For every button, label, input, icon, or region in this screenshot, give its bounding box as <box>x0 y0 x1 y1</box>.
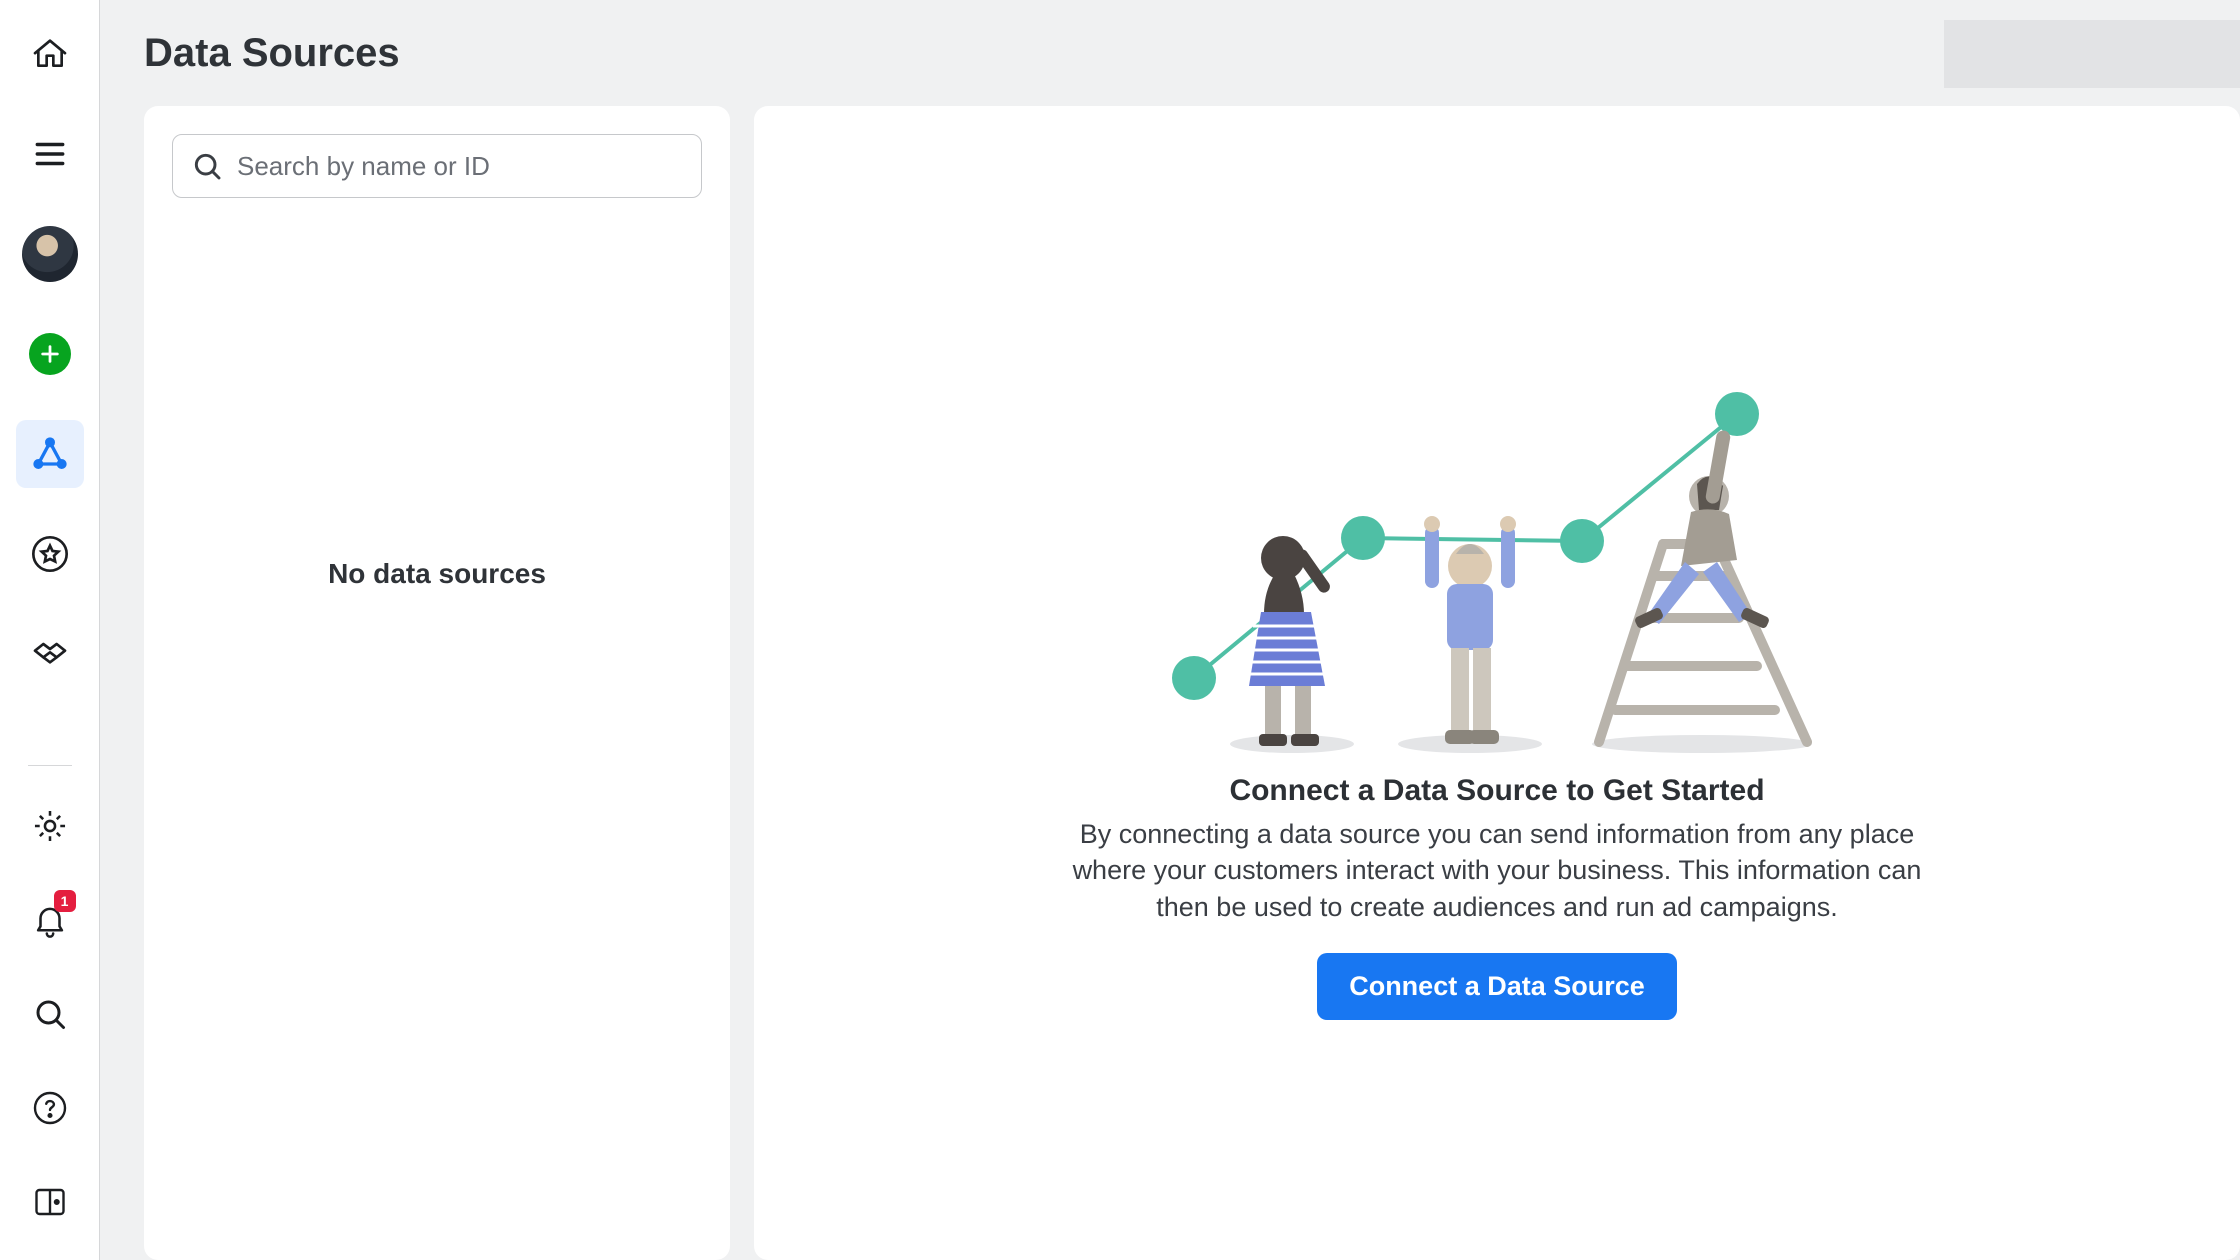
partners-button[interactable] <box>16 620 84 688</box>
nav-rail: 1 <box>0 0 100 1260</box>
notifications-badge: 1 <box>54 890 76 912</box>
sidebar-panel-icon <box>32 1184 68 1220</box>
side-panel: No data sources <box>144 106 730 1260</box>
search-input[interactable] <box>237 151 683 182</box>
page-title: Data Sources <box>144 31 400 76</box>
home-icon <box>30 34 70 74</box>
gear-icon <box>31 807 69 845</box>
menu-button[interactable] <box>16 120 84 188</box>
nav-divider <box>28 765 72 766</box>
notifications-button[interactable]: 1 <box>16 886 84 954</box>
help-button[interactable] <box>16 1074 84 1142</box>
hero-title: Connect a Data Source to Get Started <box>1229 774 1764 808</box>
create-button[interactable] <box>16 320 84 388</box>
help-icon <box>32 1090 68 1126</box>
plus-circle-icon <box>29 333 71 375</box>
avatar <box>22 226 78 282</box>
star-button[interactable] <box>16 520 84 588</box>
search-box[interactable] <box>172 134 702 198</box>
page-header: Data Sources <box>100 0 2240 106</box>
panel-button[interactable] <box>16 1168 84 1236</box>
avatar-button[interactable] <box>16 220 84 288</box>
share-nodes-icon <box>30 434 70 474</box>
settings-button[interactable] <box>16 792 84 860</box>
search-button[interactable] <box>16 980 84 1048</box>
star-outlined-icon <box>30 534 70 574</box>
empty-message: No data sources <box>328 558 546 590</box>
connect-data-source-button[interactable]: Connect a Data Source <box>1317 953 1677 1020</box>
hero-description: By connecting a data source you can send… <box>1057 816 1937 925</box>
search-icon <box>191 150 223 182</box>
hamburger-icon <box>31 135 69 173</box>
hero-illustration <box>1157 326 1837 756</box>
header-placeholder <box>1944 20 2240 88</box>
main-panel: Connect a Data Source to Get Started By … <box>754 106 2240 1260</box>
home-button[interactable] <box>16 20 84 88</box>
search-icon <box>32 996 68 1032</box>
handshake-icon <box>30 634 70 674</box>
data-sources-button[interactable] <box>16 420 84 488</box>
